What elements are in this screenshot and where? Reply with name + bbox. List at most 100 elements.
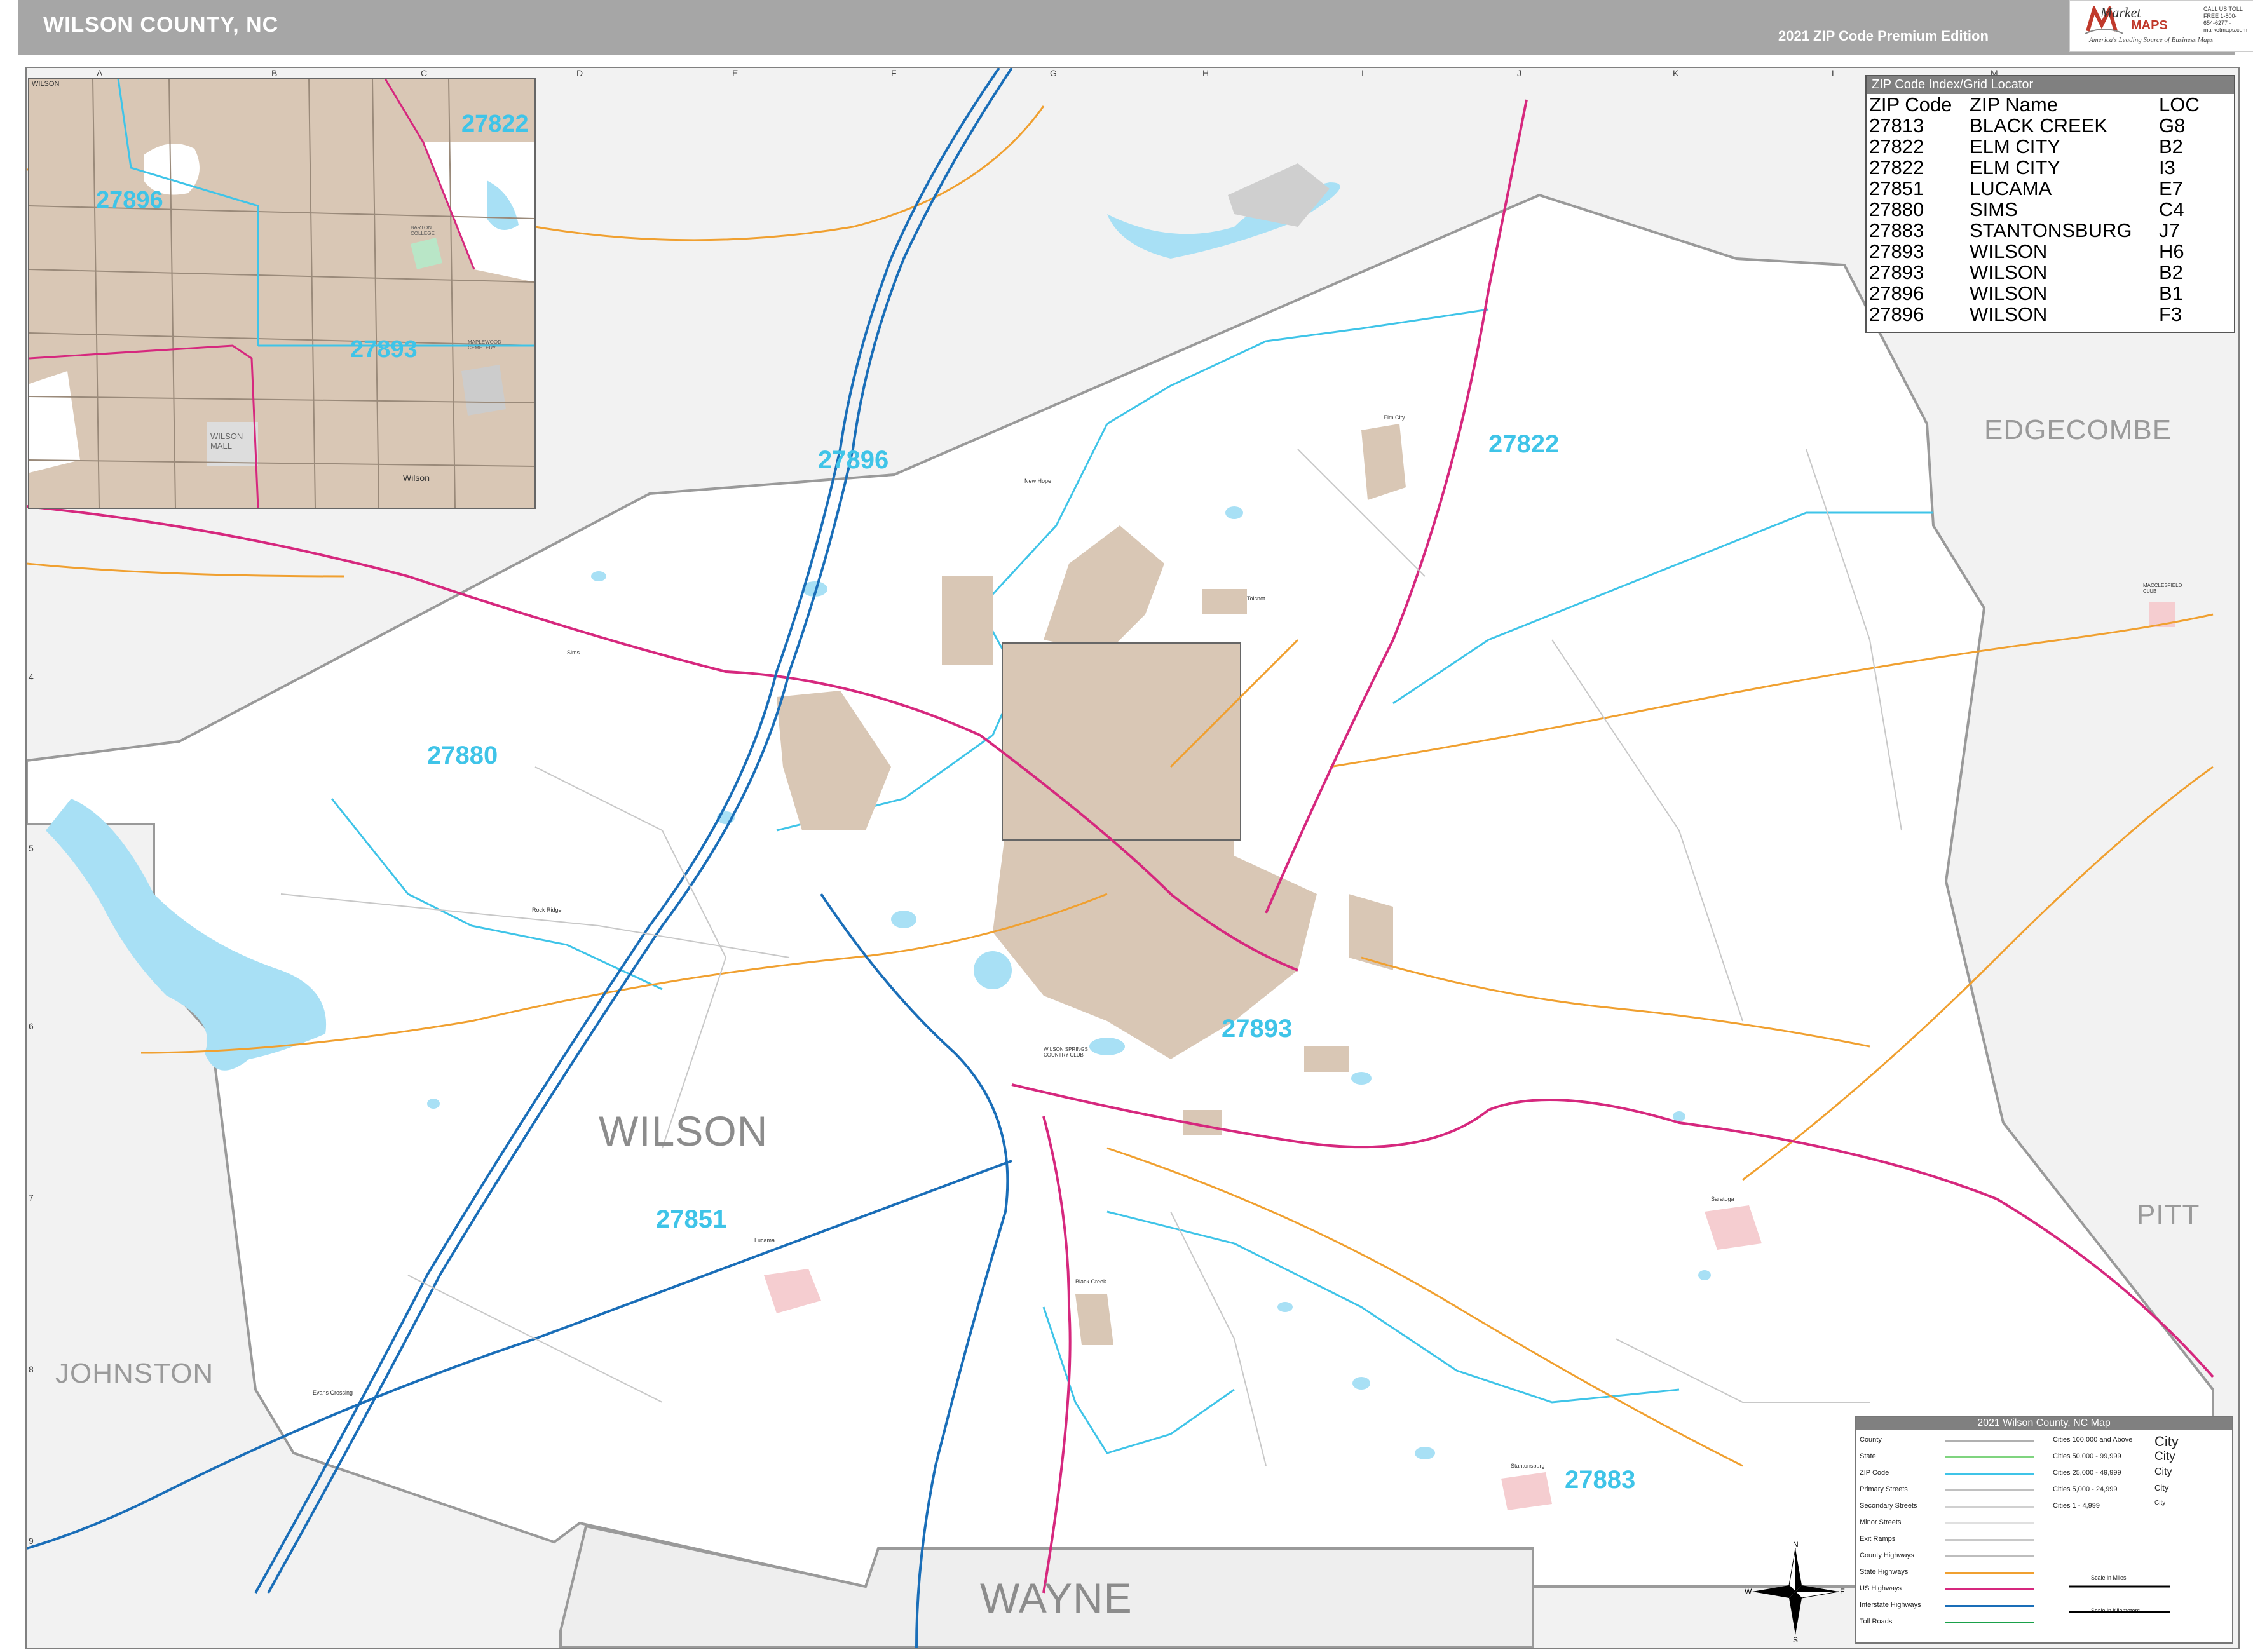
inset-cemetery-label: MAPLEWOOD CEMETERY: [468, 339, 501, 351]
compass-n: N: [1793, 1541, 1799, 1549]
legend-item-swatch: [1945, 1440, 2034, 1442]
county-label-wilson: WILSON: [599, 1107, 768, 1154]
logo-tagline: America's Leading Source of Business Map…: [2089, 36, 2214, 44]
zip-loc-cell: F3: [2159, 303, 2182, 325]
county-label-edgecombe: EDGECOMBE: [1984, 414, 2172, 445]
legend-city-sample: City: [2154, 1450, 2175, 1463]
grid-letter-j: J: [1517, 68, 1521, 78]
inset-college-label: BARTON COLLEGE: [411, 225, 435, 236]
zip-loc-cell: H6: [2159, 240, 2184, 262]
legend-item-label: Minor Streets: [1860, 1519, 1902, 1526]
table-row: 27822 ELM CITY B2: [1867, 136, 2234, 157]
grid-letter-h: H: [1202, 68, 1209, 78]
inset-title: WILSON: [32, 80, 60, 88]
legend-item-swatch: [1945, 1622, 2034, 1623]
compass-e: E: [1840, 1587, 1845, 1596]
town-label-sims[interactable]: Sims: [567, 649, 580, 656]
zip-code-cell: 27822: [1869, 135, 1924, 158]
inset-map-wilson-city[interactable]: WILSON 27822 27896 27893 WILSON MALL Wil…: [28, 78, 536, 509]
legend-item-label: County: [1860, 1436, 1882, 1444]
inset-graphics: [29, 79, 534, 508]
zip-name-cell: ELM CITY: [1970, 135, 2060, 158]
grid-letter-k: K: [1673, 68, 1679, 78]
publisher-logo[interactable]: Market MAPS America's Leading Source of …: [2069, 0, 2253, 52]
zip-name-cell: WILSON: [1970, 303, 2048, 325]
table-row: 27880 SIMS C4: [1867, 199, 2234, 220]
town-label-saratoga[interactable]: Saratoga: [1711, 1196, 1734, 1202]
town-label-rock-ridge[interactable]: Rock Ridge: [532, 907, 562, 913]
legend-item-swatch: [1945, 1506, 2034, 1508]
town-label-evans-crossing[interactable]: Evans Crossing: [313, 1390, 353, 1396]
zip-header-name: ZIP Name: [1970, 93, 2058, 116]
legend-item-swatch: [1945, 1572, 2034, 1574]
legend-item-label: State Highways: [1860, 1568, 1909, 1576]
zip-table-header-row: ZIP Code ZIP Name LOC: [1867, 94, 2234, 115]
zip-code-cell: 27880: [1869, 198, 1924, 220]
zip-table: ZIP Code ZIP Name LOC 27813 BLACK CREEK G8…: [1867, 94, 2234, 325]
legend-item-label: Interstate Highways: [1860, 1601, 1921, 1609]
zip-loc-cell: C4: [2159, 198, 2184, 220]
legend-city-sample: City: [2154, 1483, 2169, 1493]
legend-city-class-label: Cities 1 - 4,999: [2053, 1502, 2100, 1510]
legend-item-swatch: [1945, 1473, 2034, 1475]
map-title: WILSON COUNTY, NC: [43, 13, 279, 37]
grid-letter-b: B: [271, 68, 278, 78]
zip-loc-cell: J7: [2159, 219, 2180, 241]
zip-index-title: ZIP Code Index/Grid Locator: [1867, 76, 2234, 94]
legend-city-sample: City: [2154, 1500, 2166, 1506]
town-label-stantonsburg[interactable]: Stantonsburg: [1511, 1463, 1545, 1469]
county-label-pitt: PITT: [2137, 1199, 2200, 1230]
legend-city-class-label: Cities 25,000 - 49,999: [2053, 1469, 2121, 1477]
zip-name-cell: WILSON: [1970, 282, 2048, 304]
grid-letter-i: I: [1361, 68, 1364, 78]
legend-city-class-label: Cities 5,000 - 24,999: [2053, 1486, 2118, 1493]
legend-item-label: Secondary Streets: [1860, 1502, 1917, 1510]
zip-code-cell: 27822: [1869, 156, 1924, 179]
legend-item-label: ZIP Code: [1860, 1469, 1889, 1477]
zip-loc-cell: B1: [2159, 282, 2183, 304]
grid-letter-c: C: [421, 68, 428, 78]
zip-code-cell: 27813: [1869, 114, 1924, 137]
zip-loc-cell: B2: [2159, 135, 2183, 158]
zip-label-27822: 27822: [1488, 430, 1560, 458]
legend-scale-miles: Scale in Miles: [2091, 1574, 2127, 1581]
legend-item-swatch: [1945, 1456, 2034, 1458]
grid-number-7: 7: [29, 1193, 34, 1203]
legend-title: 2021 Wilson County, NC Map: [1856, 1417, 2232, 1430]
town-label-elm-city[interactable]: Elm City: [1384, 414, 1405, 421]
town-label-lucama[interactable]: Lucama: [754, 1237, 775, 1243]
zip-code-cell: 27883: [1869, 219, 1924, 241]
zip-code-cell: 27896: [1869, 303, 1924, 325]
table-row: 27822 ELM CITY I3: [1867, 157, 2234, 178]
inset-cemetery-area: [461, 365, 506, 416]
town-label-black-creek[interactable]: Black Creek: [1075, 1278, 1106, 1285]
grid-number-5: 5: [29, 843, 34, 853]
legend-city-class-label: Cities 50,000 - 99,999: [2053, 1452, 2121, 1460]
grid-letter-e: E: [732, 68, 739, 78]
landmark-macclesfield-club: MACCLESFIELD CLUB: [2143, 583, 2182, 594]
legend-item-label: US Highways: [1860, 1585, 1902, 1592]
airport-area: [1228, 163, 1330, 227]
legend-item-label: State: [1860, 1452, 1876, 1460]
scale-bar-icon: [2069, 1585, 2170, 1613]
town-label-toisnot[interactable]: Toisnot: [1247, 595, 1265, 602]
town-label-new-hope[interactable]: New Hope: [1024, 478, 1051, 484]
county-label-johnston: JOHNSTON: [55, 1358, 214, 1389]
legend-item-swatch: [1945, 1555, 2034, 1557]
inset-city-label[interactable]: Wilson: [403, 473, 430, 483]
zip-name-cell: ELM CITY: [1970, 156, 2060, 179]
table-row: 27883 STANTONSBURG J7: [1867, 220, 2234, 241]
grid-letter-l: L: [1832, 68, 1837, 78]
legend-item-swatch: [1945, 1539, 2034, 1541]
zip-loc-cell: I3: [2159, 156, 2175, 179]
legend-item-label: Exit Ramps: [1860, 1535, 1896, 1543]
zip-label-27893: 27893: [1222, 1015, 1293, 1043]
legend-city-sample: City: [2154, 1433, 2179, 1449]
zip-name-cell: STANTONSBURG: [1970, 219, 2132, 241]
inset-zip-label-27896: 27896: [96, 187, 163, 213]
inset-mall-label: WILSON MALL: [210, 431, 243, 450]
compass-s: S: [1793, 1635, 1798, 1642]
zip-name-cell: WILSON: [1970, 240, 2048, 262]
table-row: 27896 WILSON F3: [1867, 304, 2234, 325]
legend-item-swatch: [1945, 1522, 2034, 1524]
